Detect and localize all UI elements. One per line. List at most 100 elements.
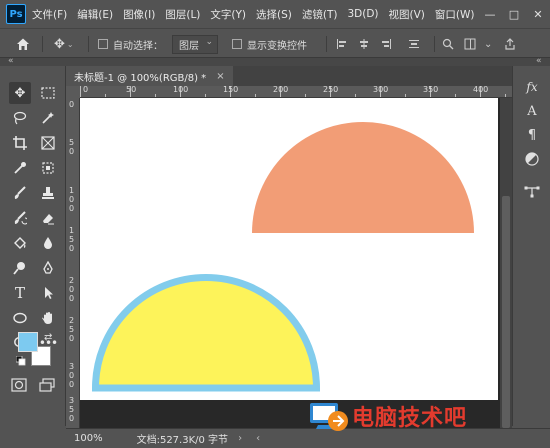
- document-info[interactable]: 文档:527.3K/0 字节: [137, 431, 228, 446]
- watermark-logo-icon: [310, 403, 348, 431]
- paint-bucket-icon[interactable]: [9, 232, 31, 254]
- minimize-button[interactable]: —: [478, 8, 502, 21]
- swap-colors-icon[interactable]: ⇄: [44, 332, 52, 343]
- auto-select-label: 自动选择：: [113, 40, 163, 52]
- yellow-semicircle-shape: [91, 274, 321, 392]
- dodge-tool-icon[interactable]: [9, 257, 31, 279]
- brush-tool-icon[interactable]: [9, 182, 31, 204]
- document-title: 未标题-1 @ 100%(RGB/8) *: [74, 72, 207, 84]
- workspace-icon[interactable]: [464, 29, 476, 59]
- scroll-left-icon[interactable]: ‹: [256, 433, 260, 444]
- marquee-tool-icon[interactable]: [37, 82, 59, 104]
- move-tool-preset-icon[interactable]: ✥ ⌄: [54, 29, 74, 59]
- magic-wand-icon[interactable]: [37, 107, 59, 129]
- home-icon[interactable]: [16, 29, 30, 59]
- menu-view[interactable]: 视图(V): [389, 7, 425, 22]
- eraser-tool-icon[interactable]: [37, 207, 59, 229]
- options-bar: ✥ ⌄ 自动选择： 图层 ⌄ 显示变换控件 ⌄: [0, 28, 550, 58]
- menu-3d[interactable]: 3D(D): [347, 8, 378, 20]
- vertical-scrollbar[interactable]: [500, 98, 512, 428]
- search-icon[interactable]: [442, 29, 454, 59]
- stamp-tool-icon[interactable]: [37, 182, 59, 204]
- lasso-tool-icon[interactable]: [9, 107, 31, 129]
- blur-tool-icon[interactable]: [37, 232, 59, 254]
- ruler-left-label: 0: [69, 294, 75, 303]
- ruler-left-label: 3: [69, 362, 75, 371]
- crop-tool-icon[interactable]: [9, 132, 31, 154]
- menu-filter[interactable]: 滤镜(T): [302, 7, 338, 22]
- horizontal-ruler[interactable]: 0 50 100 150 200 250 300 350 400: [80, 86, 512, 98]
- ruler-top-label: 300: [373, 86, 389, 94]
- paths-panel-icon[interactable]: [521, 180, 543, 202]
- spot-healing-icon[interactable]: [37, 157, 59, 179]
- path-select-icon[interactable]: [37, 282, 59, 304]
- hand-tool-icon[interactable]: [37, 307, 59, 329]
- ruler-left-label: 0: [69, 100, 75, 109]
- default-colors-icon[interactable]: [15, 355, 26, 369]
- ruler-left-label: 0: [69, 285, 75, 294]
- menu-layer[interactable]: 图层(L): [165, 7, 200, 22]
- history-brush-icon[interactable]: [9, 207, 31, 229]
- paragraph-panel-icon[interactable]: ¶: [521, 124, 543, 146]
- ruler-left-label: 3: [69, 396, 75, 405]
- watermark: 电脑技术吧: [308, 396, 467, 436]
- menu-bar: Ps 文件(F) 编辑(E) 图像(I) 图层(L) 文字(Y) 选择(S) 滤…: [0, 0, 550, 28]
- type-tool-icon[interactable]: T: [9, 282, 31, 304]
- collapse-right-icon[interactable]: «: [536, 56, 542, 66]
- ruler-left-label: 0: [69, 244, 75, 253]
- menu-file[interactable]: 文件(F): [32, 7, 67, 22]
- menu-image[interactable]: 图像(I): [123, 7, 155, 22]
- vertical-ruler[interactable]: 0 5 0 1 0 0 1 5 0 2 0 0 2 5 0 3 0 0 3 5 …: [66, 98, 80, 428]
- ellipse-tool-icon[interactable]: [9, 307, 31, 329]
- ruler-top-label: 250: [323, 86, 339, 94]
- ruler-left-label: 0: [69, 195, 75, 204]
- document-tab[interactable]: 未标题-1 @ 100%(RGB/8) * ×: [66, 66, 233, 86]
- menu-select[interactable]: 选择(S): [256, 7, 292, 22]
- pen-tool-icon[interactable]: [37, 257, 59, 279]
- menu-type[interactable]: 文字(Y): [210, 7, 246, 22]
- quick-mask-icon[interactable]: [11, 378, 27, 395]
- screen-mode-icon[interactable]: [39, 378, 55, 395]
- ruler-top-label: 100: [173, 86, 189, 94]
- chevron-down-icon[interactable]: ⌄: [484, 29, 492, 59]
- share-icon[interactable]: [504, 29, 516, 59]
- collapse-left-icon[interactable]: «: [8, 56, 14, 66]
- ruler-top-label: 200: [273, 86, 289, 94]
- align-left-icon[interactable]: [336, 29, 348, 59]
- ruler-left-label: 5: [69, 235, 75, 244]
- scrollbar-thumb[interactable]: [502, 196, 510, 428]
- adjustments-icon[interactable]: [521, 148, 543, 170]
- show-transform-label: 显示变换控件: [247, 40, 307, 52]
- close-button[interactable]: ✕: [526, 8, 550, 21]
- maximize-button[interactable]: □: [502, 8, 526, 21]
- foreground-color-swatch[interactable]: [18, 332, 38, 352]
- auto-select-checkbox[interactable]: 自动选择：: [98, 29, 163, 59]
- menu-edit[interactable]: 编辑(E): [77, 7, 113, 22]
- align-center-icon[interactable]: [358, 29, 370, 59]
- ruler-left-label: 0: [69, 414, 75, 423]
- menu-window[interactable]: 窗口(W): [435, 7, 475, 22]
- ruler-left-label: 1: [69, 186, 75, 195]
- ruler-left-label: 0: [69, 147, 75, 156]
- window-controls: — □ ✕: [478, 0, 550, 28]
- ruler-left-label: 5: [69, 138, 75, 147]
- layer-dropdown[interactable]: 图层 ⌄: [172, 29, 218, 59]
- document-canvas[interactable]: [80, 98, 498, 400]
- eyedropper-icon[interactable]: [9, 157, 31, 179]
- ruler-origin[interactable]: [66, 86, 80, 98]
- frame-tool-icon[interactable]: [37, 132, 59, 154]
- zoom-level[interactable]: 100%: [74, 433, 103, 444]
- ruler-left-label: 0: [69, 334, 75, 343]
- ruler-left-label: 5: [69, 405, 75, 414]
- status-arrow-icon[interactable]: ›: [238, 433, 242, 444]
- fx-icon[interactable]: fx: [521, 76, 543, 98]
- align-right-icon[interactable]: [380, 29, 392, 59]
- show-transform-checkbox[interactable]: 显示变换控件: [232, 29, 307, 59]
- character-panel-icon[interactable]: A: [521, 100, 543, 122]
- tab-close-icon[interactable]: ×: [216, 71, 224, 82]
- canvas-area[interactable]: [80, 98, 500, 428]
- ruler-top-label: 350: [423, 86, 439, 94]
- distribute-icon[interactable]: [408, 29, 420, 59]
- ruler-top-label: 0: [83, 86, 89, 94]
- move-tool-icon[interactable]: ✥: [9, 82, 31, 104]
